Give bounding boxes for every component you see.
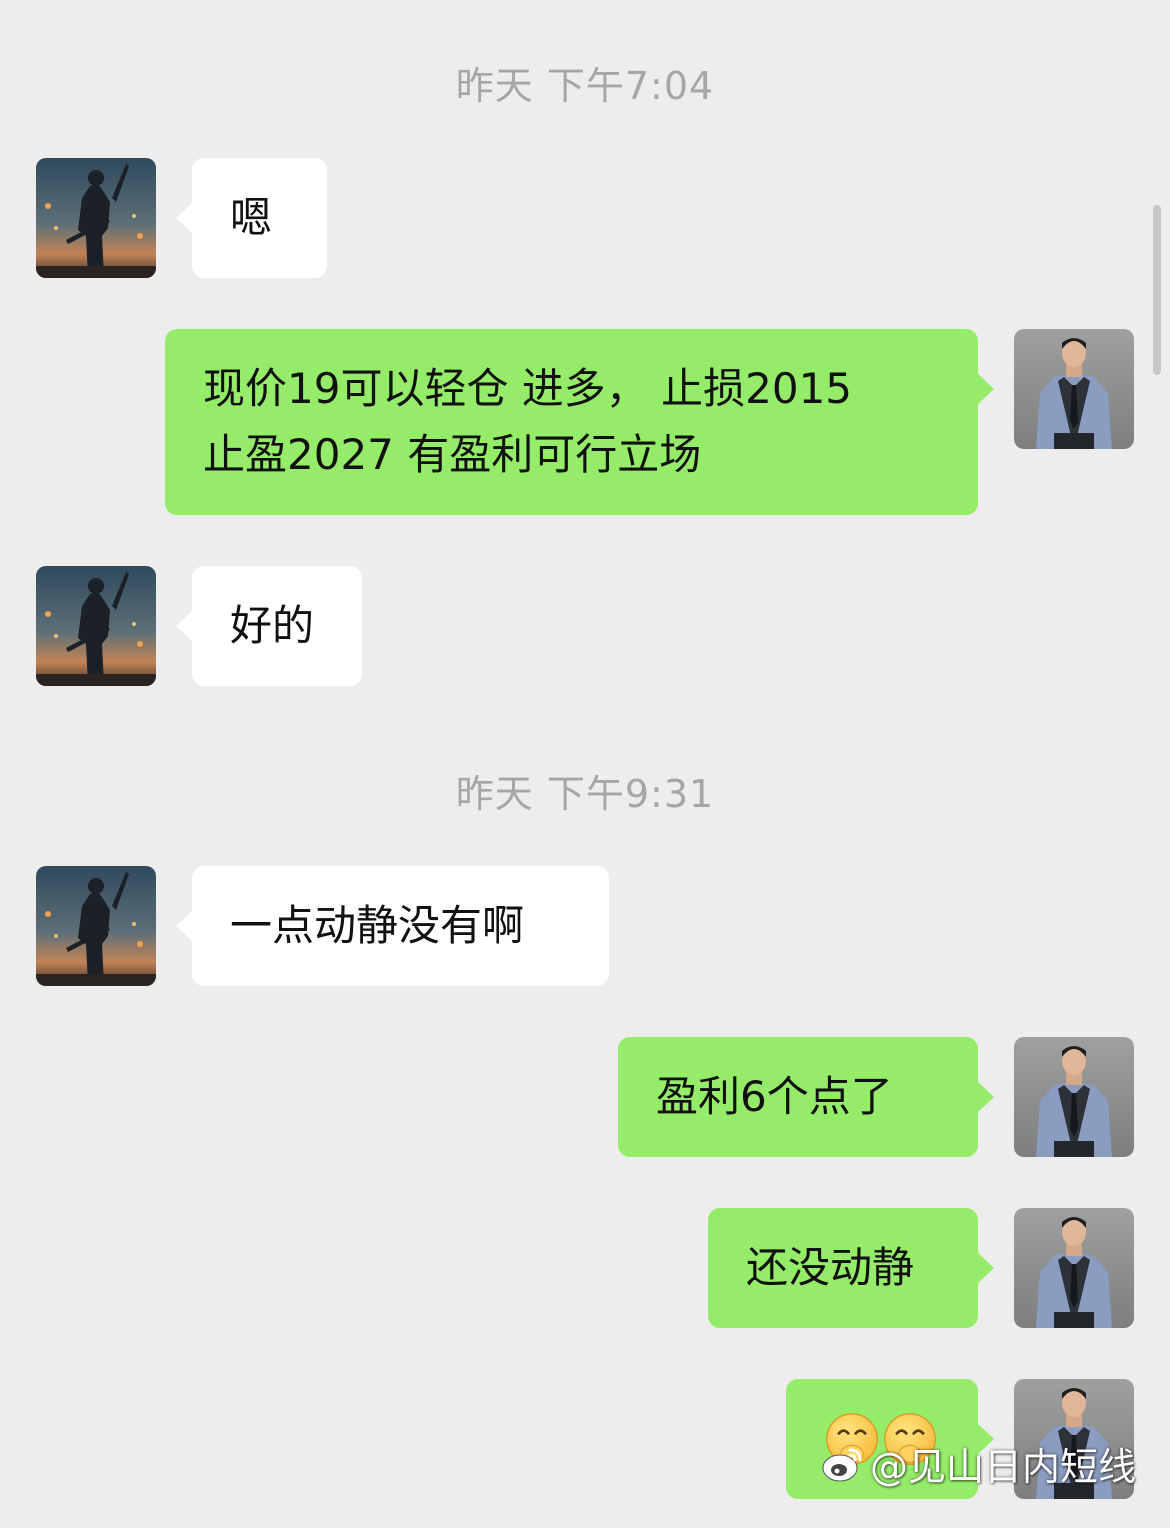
scrollbar[interactable]	[1153, 205, 1161, 375]
message-text: 好的	[230, 601, 315, 650]
message-text: 还没动静	[746, 1243, 915, 1292]
message-text-line: 止盈2027 有盈利可行立场	[203, 430, 702, 479]
contact-avatar[interactable]	[36, 158, 156, 278]
message-bubble[interactable]: 还没动静	[708, 1208, 994, 1328]
message-text: 盈利6个点了	[656, 1072, 893, 1121]
timestamp: 昨天 下午7:04	[455, 64, 715, 108]
watermark: @见山日内短线	[820, 1436, 1136, 1491]
user-avatar[interactable]	[1014, 1208, 1134, 1328]
timestamp: 昨天 下午9:31	[455, 772, 715, 816]
message-text: 一点动静没有啊	[230, 901, 525, 950]
message-text: 嗯	[230, 193, 273, 242]
message-bubble[interactable]: 好的	[176, 566, 362, 686]
message-text-line: 现价19可以轻仓 进多， 止损2015	[203, 364, 853, 413]
contact-avatar[interactable]	[36, 566, 156, 686]
message-bubble[interactable]: 盈利6个点了	[618, 1037, 994, 1157]
user-avatar[interactable]	[1014, 329, 1134, 449]
contact-avatar[interactable]	[36, 866, 156, 986]
message-bubble[interactable]: 嗯	[176, 158, 327, 278]
user-avatar[interactable]	[1014, 1037, 1134, 1157]
watermark-text: @见山日内短线	[870, 1445, 1137, 1489]
message-bubble[interactable]: 一点动静没有啊	[176, 866, 609, 986]
weibo-logo-icon	[822, 1448, 862, 1481]
message-bubble[interactable]: 现价19可以轻仓 进多， 止损2015 止盈2027 有盈利可行立场	[165, 329, 994, 515]
